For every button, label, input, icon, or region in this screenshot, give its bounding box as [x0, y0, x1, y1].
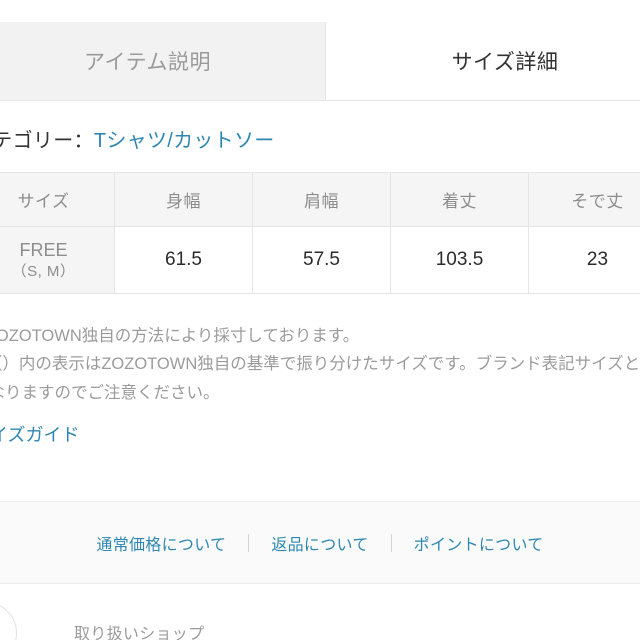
size-name: FREE	[19, 239, 68, 260]
size-detail-panel: アイテム説明 サイズ詳細 カテゴリー：Tシャツ/カットソー サイズ 身幅 肩幅 …	[0, 0, 640, 640]
size-guide-link[interactable]: サイズガイド	[0, 421, 79, 447]
table-cell-size: FREE （S, M）	[0, 226, 115, 294]
table-header-shoulder: 肩幅	[252, 172, 391, 227]
table-cell-shoulder: 57.5	[252, 226, 391, 294]
note-line-2: ※（）内の表示はZOZOTOWN独自の基準で振り分けたサイズです。ブランド表記サ…	[0, 355, 640, 402]
table-header-length: 着丈	[390, 172, 529, 227]
tab-bar: アイテム説明 サイズ詳細	[0, 22, 640, 101]
tab-size-detail[interactable]: サイズ詳細	[327, 22, 640, 100]
table-cell-sleeve: 23	[528, 226, 640, 294]
measurement-notes: ※ZOZOTOWN独自の方法により採寸しております。 ※（）内の表示はZOZOT…	[0, 322, 640, 407]
category-link[interactable]: Tシャツ/カットソー	[94, 130, 275, 152]
shop-section-label: 取り扱いショップ	[74, 626, 205, 640]
table-cell-bodywidth: 61.5	[114, 226, 253, 294]
size-subnote: （S, M）	[11, 263, 76, 281]
table-cell-length: 103.5	[390, 226, 529, 294]
footer-link-points[interactable]: ポイントについて	[392, 531, 566, 555]
note-line-1: ※ZOZOTOWN独自の方法により採寸しております。	[0, 327, 360, 345]
category-line: カテゴリー：Tシャツ/カットソー	[0, 124, 275, 153]
shop-section: 取り扱いショップ	[0, 600, 640, 640]
category-label: カテゴリー：	[0, 130, 94, 152]
avatar[interactable]	[0, 602, 17, 640]
table-row: FREE （S, M） 61.5 57.5 103.5 23	[0, 226, 640, 294]
table-header-size: サイズ	[0, 172, 115, 227]
footer-link-group: 通常価格について 返品について ポイントについて	[0, 501, 640, 584]
table-header-bodywidth: 身幅	[114, 172, 253, 227]
size-table: サイズ 身幅 肩幅 着丈 そで丈 FREE （S, M） 61.5 57.5 1…	[0, 172, 640, 294]
footer-link-returns[interactable]: 返品について	[249, 531, 390, 555]
footer-link-regular-price[interactable]: 通常価格について	[74, 531, 248, 555]
tab-item-description[interactable]: アイテム説明	[0, 22, 326, 100]
table-header-sleeve: そで丈	[528, 172, 640, 227]
table-header-row: サイズ 身幅 肩幅 着丈 そで丈	[0, 172, 640, 227]
